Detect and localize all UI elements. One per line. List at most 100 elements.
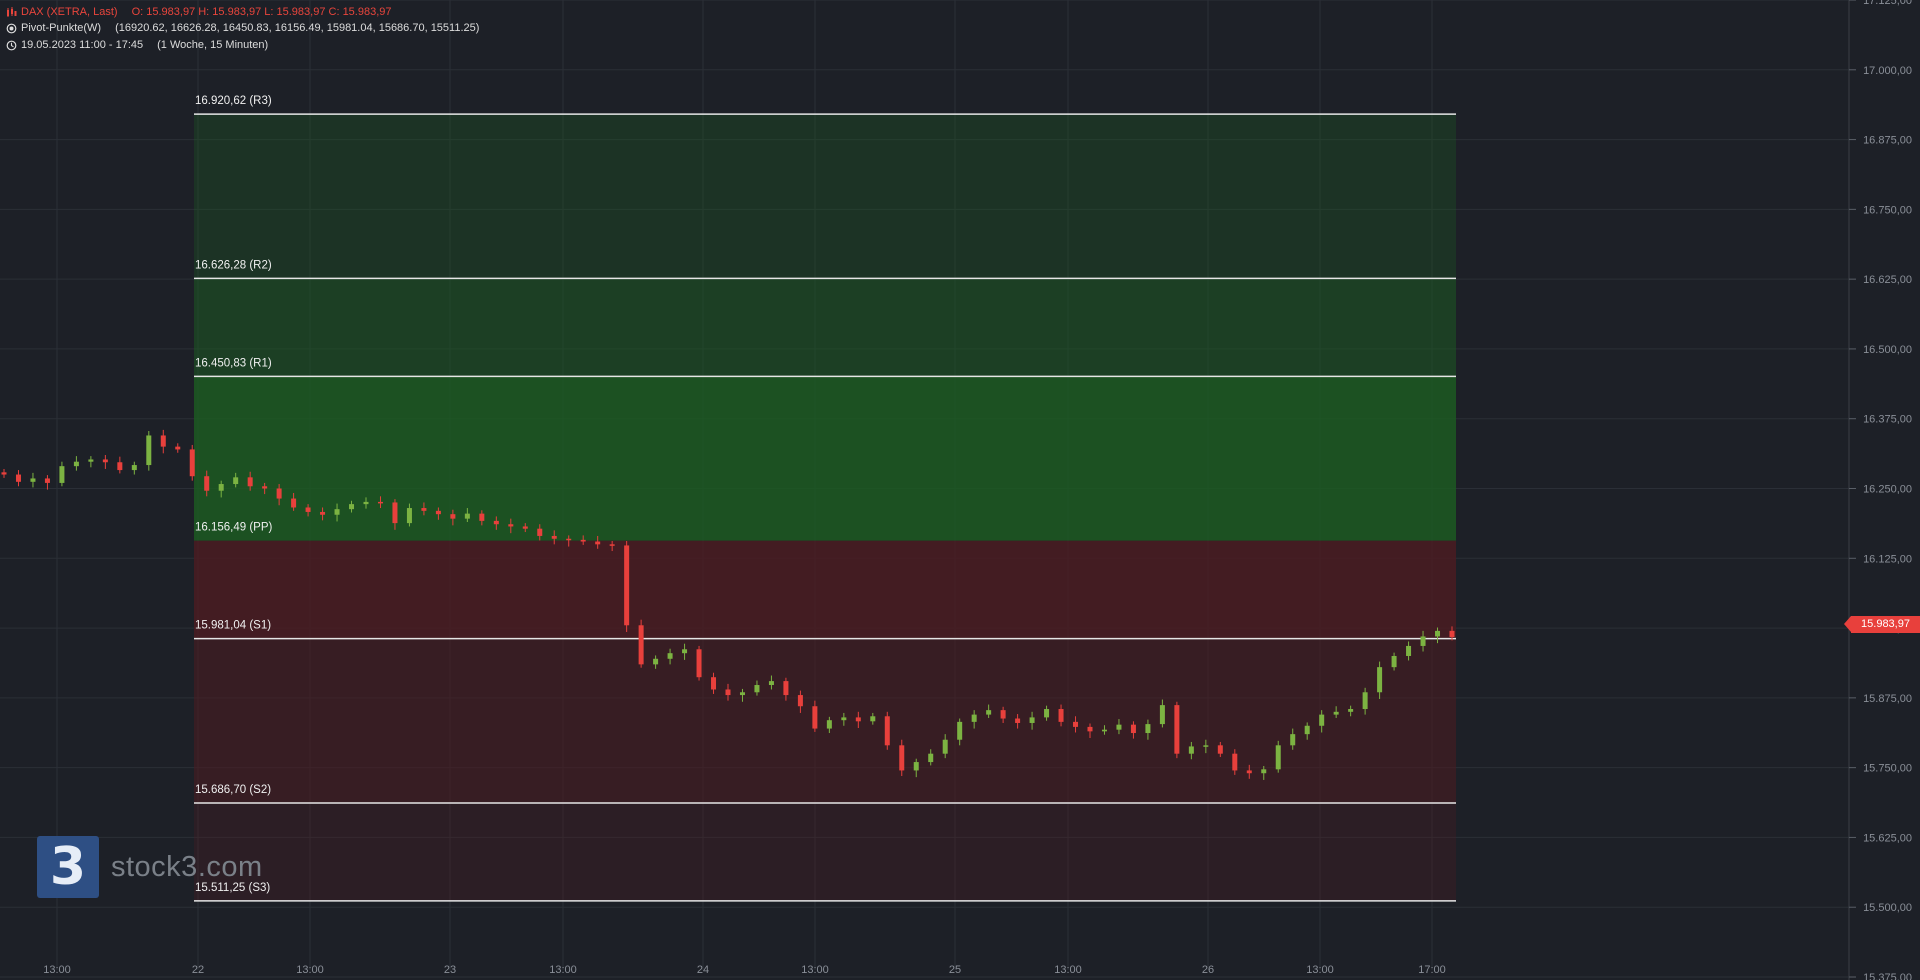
pivot-zone: [194, 802, 1456, 901]
price-chart[interactable]: 16.920,62 (R3) 16.626,28 (R2) 16.450,83 (R…: [0, 0, 1920, 980]
candle-body: [1101, 729, 1107, 732]
candle-body: [1, 472, 7, 475]
candle-body: [783, 681, 789, 696]
candle-body: [711, 677, 717, 690]
candle-body: [754, 685, 760, 693]
indicator-header[interactable]: Pivot-Punkte(W) (16920.62, 16626.28, 164…: [6, 22, 479, 34]
candle-body: [435, 510, 441, 515]
target-icon: [6, 23, 17, 33]
clock-icon: [6, 40, 17, 50]
candle-body: [1232, 753, 1238, 771]
candle-body: [739, 692, 745, 696]
x-tick-label: 13:00: [296, 964, 324, 976]
candle-body: [522, 526, 528, 529]
candle-body: [1290, 734, 1296, 746]
candle-body: [667, 653, 673, 659]
candle-body: [479, 513, 485, 521]
candle-body: [59, 466, 65, 483]
candle-body: [30, 478, 36, 482]
y-tick-label: 15.875,00: [1863, 693, 1912, 705]
pivot-label: 16.450,83 (R1): [195, 357, 272, 369]
candle-body: [44, 478, 50, 483]
candle-body: [508, 524, 514, 527]
candle-body: [1145, 724, 1151, 734]
candle-body: [1362, 692, 1368, 710]
candle-body: [464, 513, 470, 519]
candle-body: [392, 502, 398, 524]
candle-body: [1406, 645, 1412, 656]
x-tick-label: 25: [949, 964, 961, 976]
candle-body: [1435, 630, 1441, 637]
candle-body: [1377, 667, 1383, 693]
candle-body: [262, 486, 268, 489]
pivot-zone: [194, 114, 1456, 279]
candle-body: [160, 435, 166, 447]
candle-body: [146, 435, 152, 466]
candle-body: [1420, 636, 1426, 646]
pivot-label: 16.156,49 (PP): [195, 522, 273, 534]
y-tick-label: 15.500,00: [1863, 902, 1912, 914]
ohlc-values: O: 15.983,97 H: 15.983,97 L: 15.983,97 C…: [131, 6, 392, 18]
candle-body: [363, 501, 369, 505]
candle-body: [218, 484, 224, 491]
candle-body: [117, 462, 123, 471]
candle-body: [826, 720, 832, 729]
candle-body: [131, 465, 137, 471]
pivot-zone: [194, 638, 1456, 803]
candle-body: [1449, 630, 1455, 638]
candle-body: [189, 449, 195, 477]
candle-body: [855, 717, 861, 722]
y-tick-label: 16.500,00: [1863, 344, 1912, 356]
candle-body: [812, 706, 818, 729]
y-tick-label: 16.875,00: [1863, 135, 1912, 147]
candle-body: [841, 717, 847, 721]
y-tick-label: 16.125,00: [1863, 553, 1912, 565]
candle-body: [913, 762, 919, 771]
range-header[interactable]: 19.05.2023 11:00 - 17:45 (1 Woche, 15 Mi…: [6, 39, 268, 51]
x-tick-label: 24: [697, 964, 709, 976]
y-tick-label: 16.250,00: [1863, 484, 1912, 496]
x-tick-label: 13:00: [549, 964, 577, 976]
range-dates: 19.05.2023 11:00 - 17:45: [21, 39, 144, 51]
candle-body: [884, 716, 890, 746]
candle-body: [1044, 709, 1050, 718]
range-detail: (1 Woche, 15 Minuten): [157, 39, 269, 51]
candle-body: [1000, 710, 1006, 719]
pivot-zones: [194, 114, 1456, 901]
candle-body: [942, 739, 948, 754]
y-tick-label: 16.750,00: [1863, 204, 1912, 216]
x-axis[interactable]: 13:00 22 13:00 23 13:00 24 13:00 25 13:00 26 13:00…: [43, 964, 1446, 976]
x-tick-label: 13:00: [43, 964, 71, 976]
y-tick-label: 15.625,00: [1863, 832, 1912, 844]
candle-body: [768, 681, 774, 686]
current-price-tag: 15.983,97: [1844, 616, 1920, 633]
candle-body: [638, 625, 644, 665]
candle-body: [334, 509, 340, 515]
x-tick-label: 13:00: [801, 964, 829, 976]
candle-body: [797, 695, 803, 707]
candle-body: [1348, 709, 1354, 712]
instrument-header[interactable]: DAX (XETRA, Last) O: 15.983,97 H: 15.983…: [6, 6, 392, 18]
candle-body: [1087, 726, 1093, 732]
pivot-label: 16.920,62 (R3): [195, 95, 272, 107]
candle-body: [551, 535, 557, 539]
candle-body: [1174, 705, 1180, 754]
candle-body: [233, 477, 239, 485]
candle-body: [102, 459, 108, 463]
candle-body: [971, 714, 977, 722]
instrument-name: DAX (XETRA, Last): [21, 6, 118, 18]
x-tick-label: 13:00: [1054, 964, 1082, 976]
y-tick-label: 16.375,00: [1863, 414, 1912, 426]
candle-body: [1116, 724, 1122, 730]
candle-body: [928, 753, 934, 763]
pivot-zone: [194, 278, 1456, 377]
candle-body: [1058, 709, 1064, 722]
candle-body: [595, 541, 601, 545]
candle-body: [580, 539, 586, 542]
candle-body: [1015, 718, 1021, 723]
indicator-name: Pivot-Punkte(W): [21, 22, 102, 34]
indicator-values: (16920.62, 16626.28, 16450.83, 16156.49,…: [115, 22, 480, 34]
pivot-label: 15.981,04 (S1): [195, 620, 271, 632]
stock3-logo-mark: 3: [37, 836, 99, 898]
y-axis[interactable]: 17.125,00 17.000,00 16.875,00 16.750,00 16.6…: [1848, 0, 1912, 980]
